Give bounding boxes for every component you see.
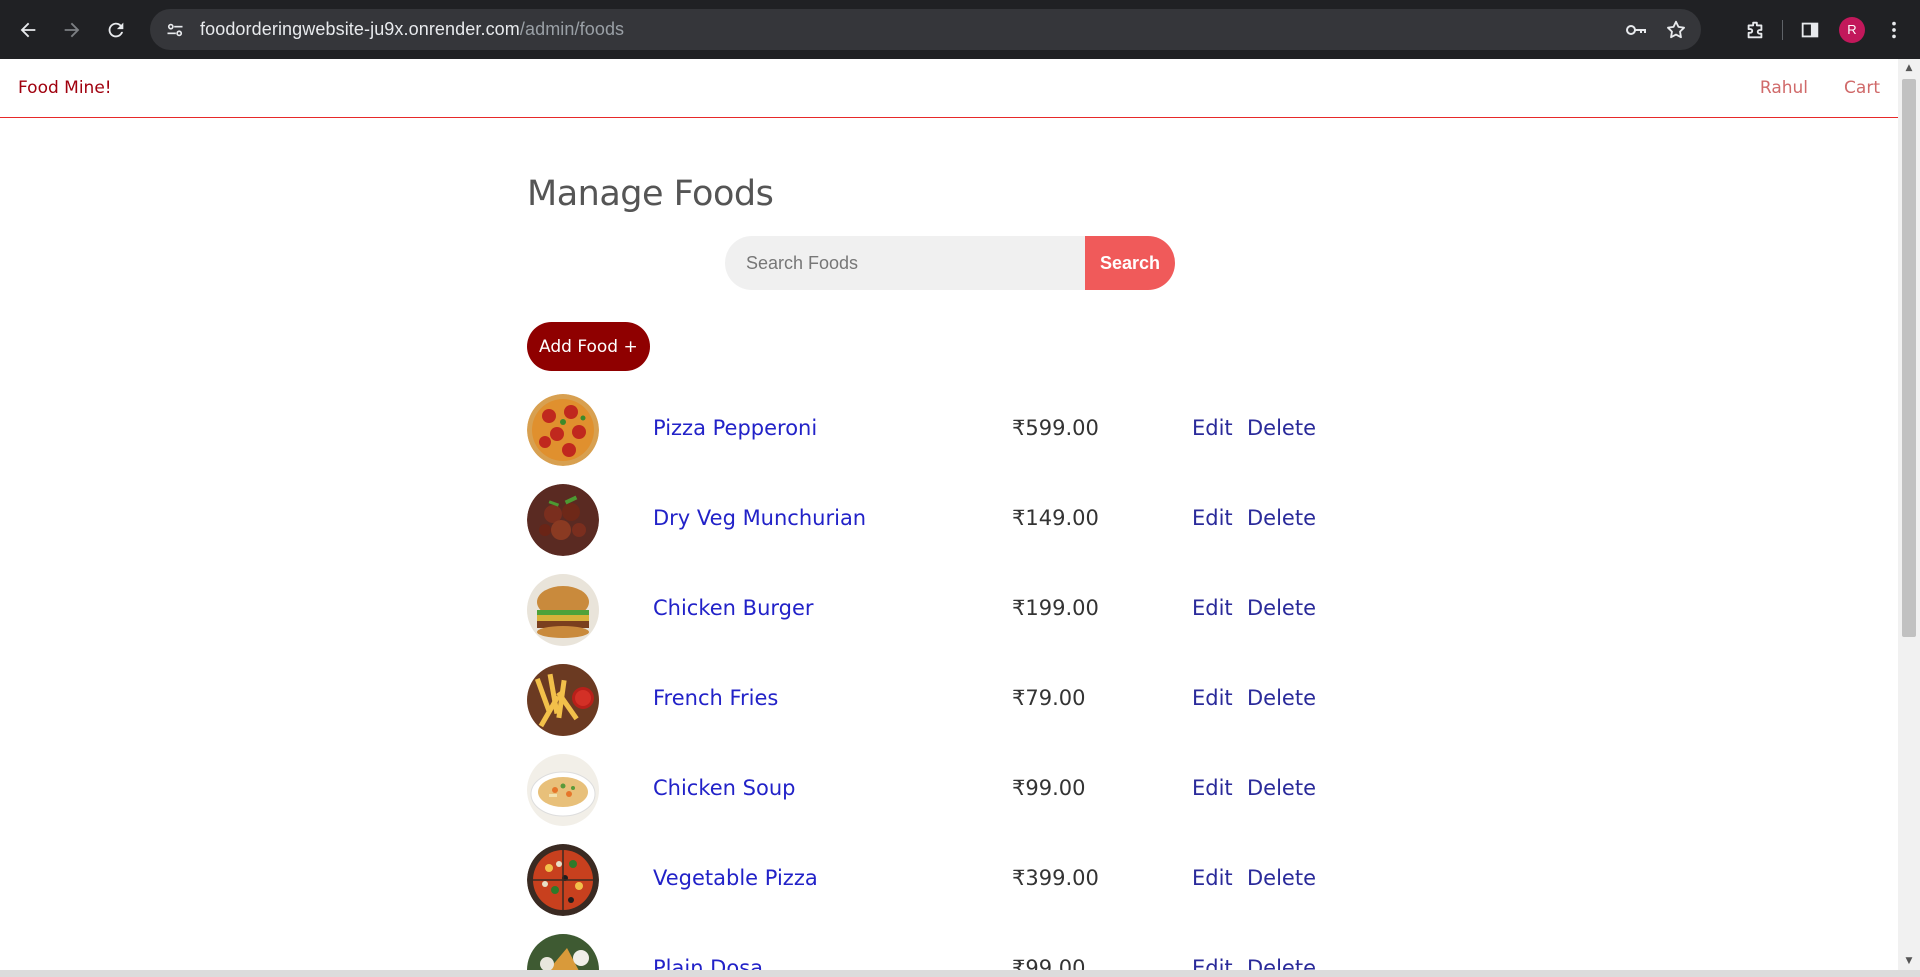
bottom-strip [0, 970, 1920, 977]
food-row: Pizza Pepperoni ₹599.00 Edit Delete [527, 394, 1427, 484]
scroll-down-arrow-icon[interactable]: ▼ [1898, 952, 1920, 970]
plain-dosa-image[interactable] [527, 934, 599, 970]
food-name-link[interactable]: Vegetable Pizza [653, 866, 818, 890]
edit-link[interactable]: Edit [1192, 776, 1233, 800]
edit-link[interactable]: Edit [1192, 866, 1233, 890]
add-food-button[interactable]: Add Food + [527, 322, 650, 371]
browser-toolbar: foodorderingwebsite-ju9x.onrender.com/ad… [0, 0, 1920, 59]
food-price: ₹79.00 [1012, 686, 1086, 710]
food-name-link[interactable]: Plain Dosa [653, 956, 763, 970]
food-row: Dry Veg Munchurian ₹149.00 Edit Delete [527, 484, 1427, 574]
food-name-link[interactable]: Chicken Soup [653, 776, 796, 800]
chicken-burger-image[interactable] [527, 574, 599, 646]
bookmark-star-icon[interactable] [1661, 15, 1691, 45]
delete-link[interactable]: Delete [1247, 596, 1316, 620]
food-price: ₹99.00 [1012, 776, 1086, 800]
scroll-up-arrow-icon[interactable]: ▲ [1898, 59, 1920, 77]
food-name-link[interactable]: Dry Veg Munchurian [653, 506, 866, 530]
reload-icon[interactable] [94, 8, 138, 52]
edit-link[interactable]: Edit [1192, 416, 1233, 440]
food-row: French Fries ₹79.00 Edit Delete [527, 664, 1427, 754]
veg-manchurian-image[interactable] [527, 484, 599, 556]
site-header: Food Mine! Rahul Cart [0, 59, 1898, 118]
profile-avatar[interactable]: R [1832, 10, 1872, 50]
side-panel-icon[interactable] [1790, 10, 1830, 50]
food-name-link[interactable]: Pizza Pepperoni [653, 416, 817, 440]
delete-link[interactable]: Delete [1247, 776, 1316, 800]
search-bar: Search [725, 236, 1175, 290]
edit-link[interactable]: Edit [1192, 956, 1233, 970]
address-bar[interactable]: foodorderingwebsite-ju9x.onrender.com/ad… [150, 9, 1701, 50]
food-row: Vegetable Pizza ₹399.00 Edit Delete [527, 844, 1427, 934]
food-price: ₹149.00 [1012, 506, 1099, 530]
edit-link[interactable]: Edit [1192, 506, 1233, 530]
delete-link[interactable]: Delete [1247, 866, 1316, 890]
extensions-icon[interactable] [1735, 10, 1775, 50]
food-list: Pizza Pepperoni ₹599.00 Edit Delete Dry … [527, 394, 1427, 970]
food-row: Chicken Soup ₹99.00 Edit Delete [527, 754, 1427, 844]
toolbar-divider [1782, 19, 1783, 40]
search-button[interactable]: Search [1085, 236, 1175, 290]
pizza-pepperoni-image[interactable] [527, 394, 599, 466]
profile-initial: R [1839, 16, 1865, 43]
cart-link[interactable]: Cart [1844, 78, 1880, 98]
page-title: Manage Foods [527, 174, 774, 214]
url-path: /admin/foods [519, 19, 625, 39]
header-nav: Rahul Cart [1760, 78, 1880, 98]
vertical-scrollbar[interactable]: ▲ ▼ [1898, 59, 1920, 970]
site-info-icon[interactable] [154, 9, 196, 50]
food-name-link[interactable]: Chicken Burger [653, 596, 814, 620]
food-row: Chicken Burger ₹199.00 Edit Delete [527, 574, 1427, 664]
food-name-link[interactable]: French Fries [653, 686, 778, 710]
user-menu-link[interactable]: Rahul [1760, 78, 1808, 98]
french-fries-image[interactable] [527, 664, 599, 736]
url-text: foodorderingwebsite-ju9x.onrender.com/ad… [200, 19, 624, 40]
food-price: ₹99.00 [1012, 956, 1086, 970]
delete-link[interactable]: Delete [1247, 956, 1316, 970]
food-price: ₹599.00 [1012, 416, 1099, 440]
delete-link[interactable]: Delete [1247, 416, 1316, 440]
vegetable-pizza-image[interactable] [527, 844, 599, 916]
food-row: Plain Dosa ₹99.00 Edit Delete [527, 934, 1427, 970]
forward-icon[interactable] [50, 8, 94, 52]
admin-content: Manage Foods Search Add Food + [527, 174, 1427, 970]
food-price: ₹399.00 [1012, 866, 1099, 890]
delete-link[interactable]: Delete [1247, 506, 1316, 530]
url-host: foodorderingwebsite-ju9x.onrender.com [200, 19, 520, 39]
page-viewport: Food Mine! Rahul Cart Manage Foods Searc… [0, 59, 1898, 970]
password-key-icon[interactable] [1621, 15, 1651, 45]
brand-logo-link[interactable]: Food Mine! [18, 78, 112, 98]
edit-link[interactable]: Edit [1192, 686, 1233, 710]
delete-link[interactable]: Delete [1247, 686, 1316, 710]
back-icon[interactable] [6, 8, 50, 52]
food-price: ₹199.00 [1012, 596, 1099, 620]
menu-kebab-icon[interactable] [1874, 10, 1914, 50]
edit-link[interactable]: Edit [1192, 596, 1233, 620]
search-input[interactable] [725, 236, 1085, 290]
chicken-soup-image[interactable] [527, 754, 599, 826]
scrollbar-thumb[interactable] [1902, 79, 1916, 637]
